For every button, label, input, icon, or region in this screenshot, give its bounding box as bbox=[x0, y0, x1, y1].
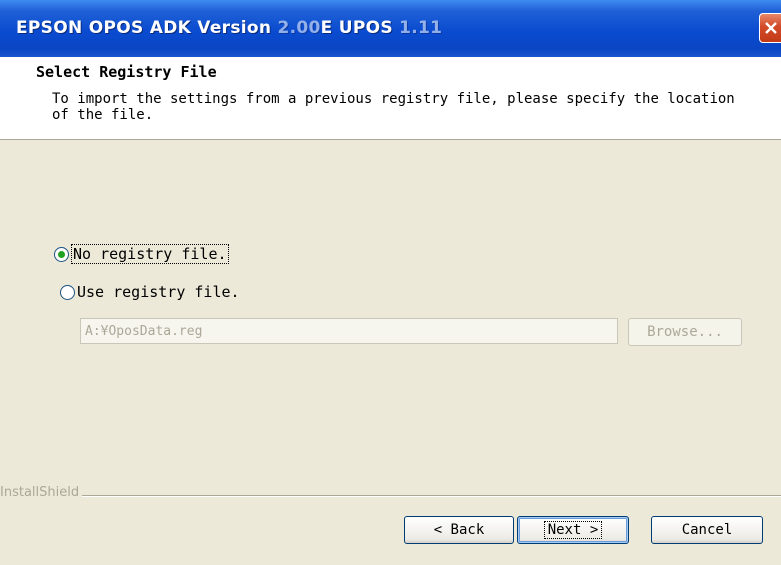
radio-button[interactable] bbox=[60, 284, 75, 300]
browse-button[interactable]: Browse... bbox=[628, 318, 742, 346]
page-description: To import the settings from a previous r… bbox=[52, 91, 735, 123]
cancel-label: Cancel bbox=[681, 522, 733, 538]
cancel-button[interactable]: Cancel bbox=[651, 516, 763, 544]
window-title: EPSON OPOS ADK Version 2.00E UPOS 1.11 bbox=[16, 18, 443, 38]
option-label: No registry file. bbox=[71, 244, 229, 264]
installer-dialog: EPSON OPOS ADK Version 2.00E UPOS 1.11 S… bbox=[0, 0, 781, 565]
close-icon bbox=[764, 22, 777, 34]
option-label: Use registry file. bbox=[77, 283, 240, 301]
header-panel: Select Registry File To import the setti… bbox=[0, 57, 781, 140]
close-button[interactable] bbox=[759, 13, 781, 43]
back-label: < Back bbox=[433, 522, 485, 538]
divider-line bbox=[0, 495, 781, 497]
next-button[interactable]: Next > bbox=[517, 516, 629, 544]
page-title: Select Registry File bbox=[36, 63, 217, 81]
installshield-divider: InstallShield bbox=[0, 485, 781, 503]
radio-button[interactable] bbox=[54, 246, 69, 262]
browse-label: Browse... bbox=[647, 324, 723, 340]
option-no-registry-file[interactable]: No registry file. bbox=[54, 244, 229, 264]
title-bar[interactable]: EPSON OPOS ADK Version 2.00E UPOS 1.11 bbox=[0, 0, 781, 57]
option-use-registry-file[interactable]: Use registry file. bbox=[60, 283, 240, 301]
back-button[interactable]: < Back bbox=[404, 516, 514, 544]
radio-selected-dot bbox=[58, 250, 65, 258]
next-label: Next > bbox=[543, 521, 603, 539]
registry-path-input[interactable]: A:¥OposData.reg bbox=[80, 318, 618, 344]
installshield-brand: InstallShield bbox=[0, 485, 83, 500]
